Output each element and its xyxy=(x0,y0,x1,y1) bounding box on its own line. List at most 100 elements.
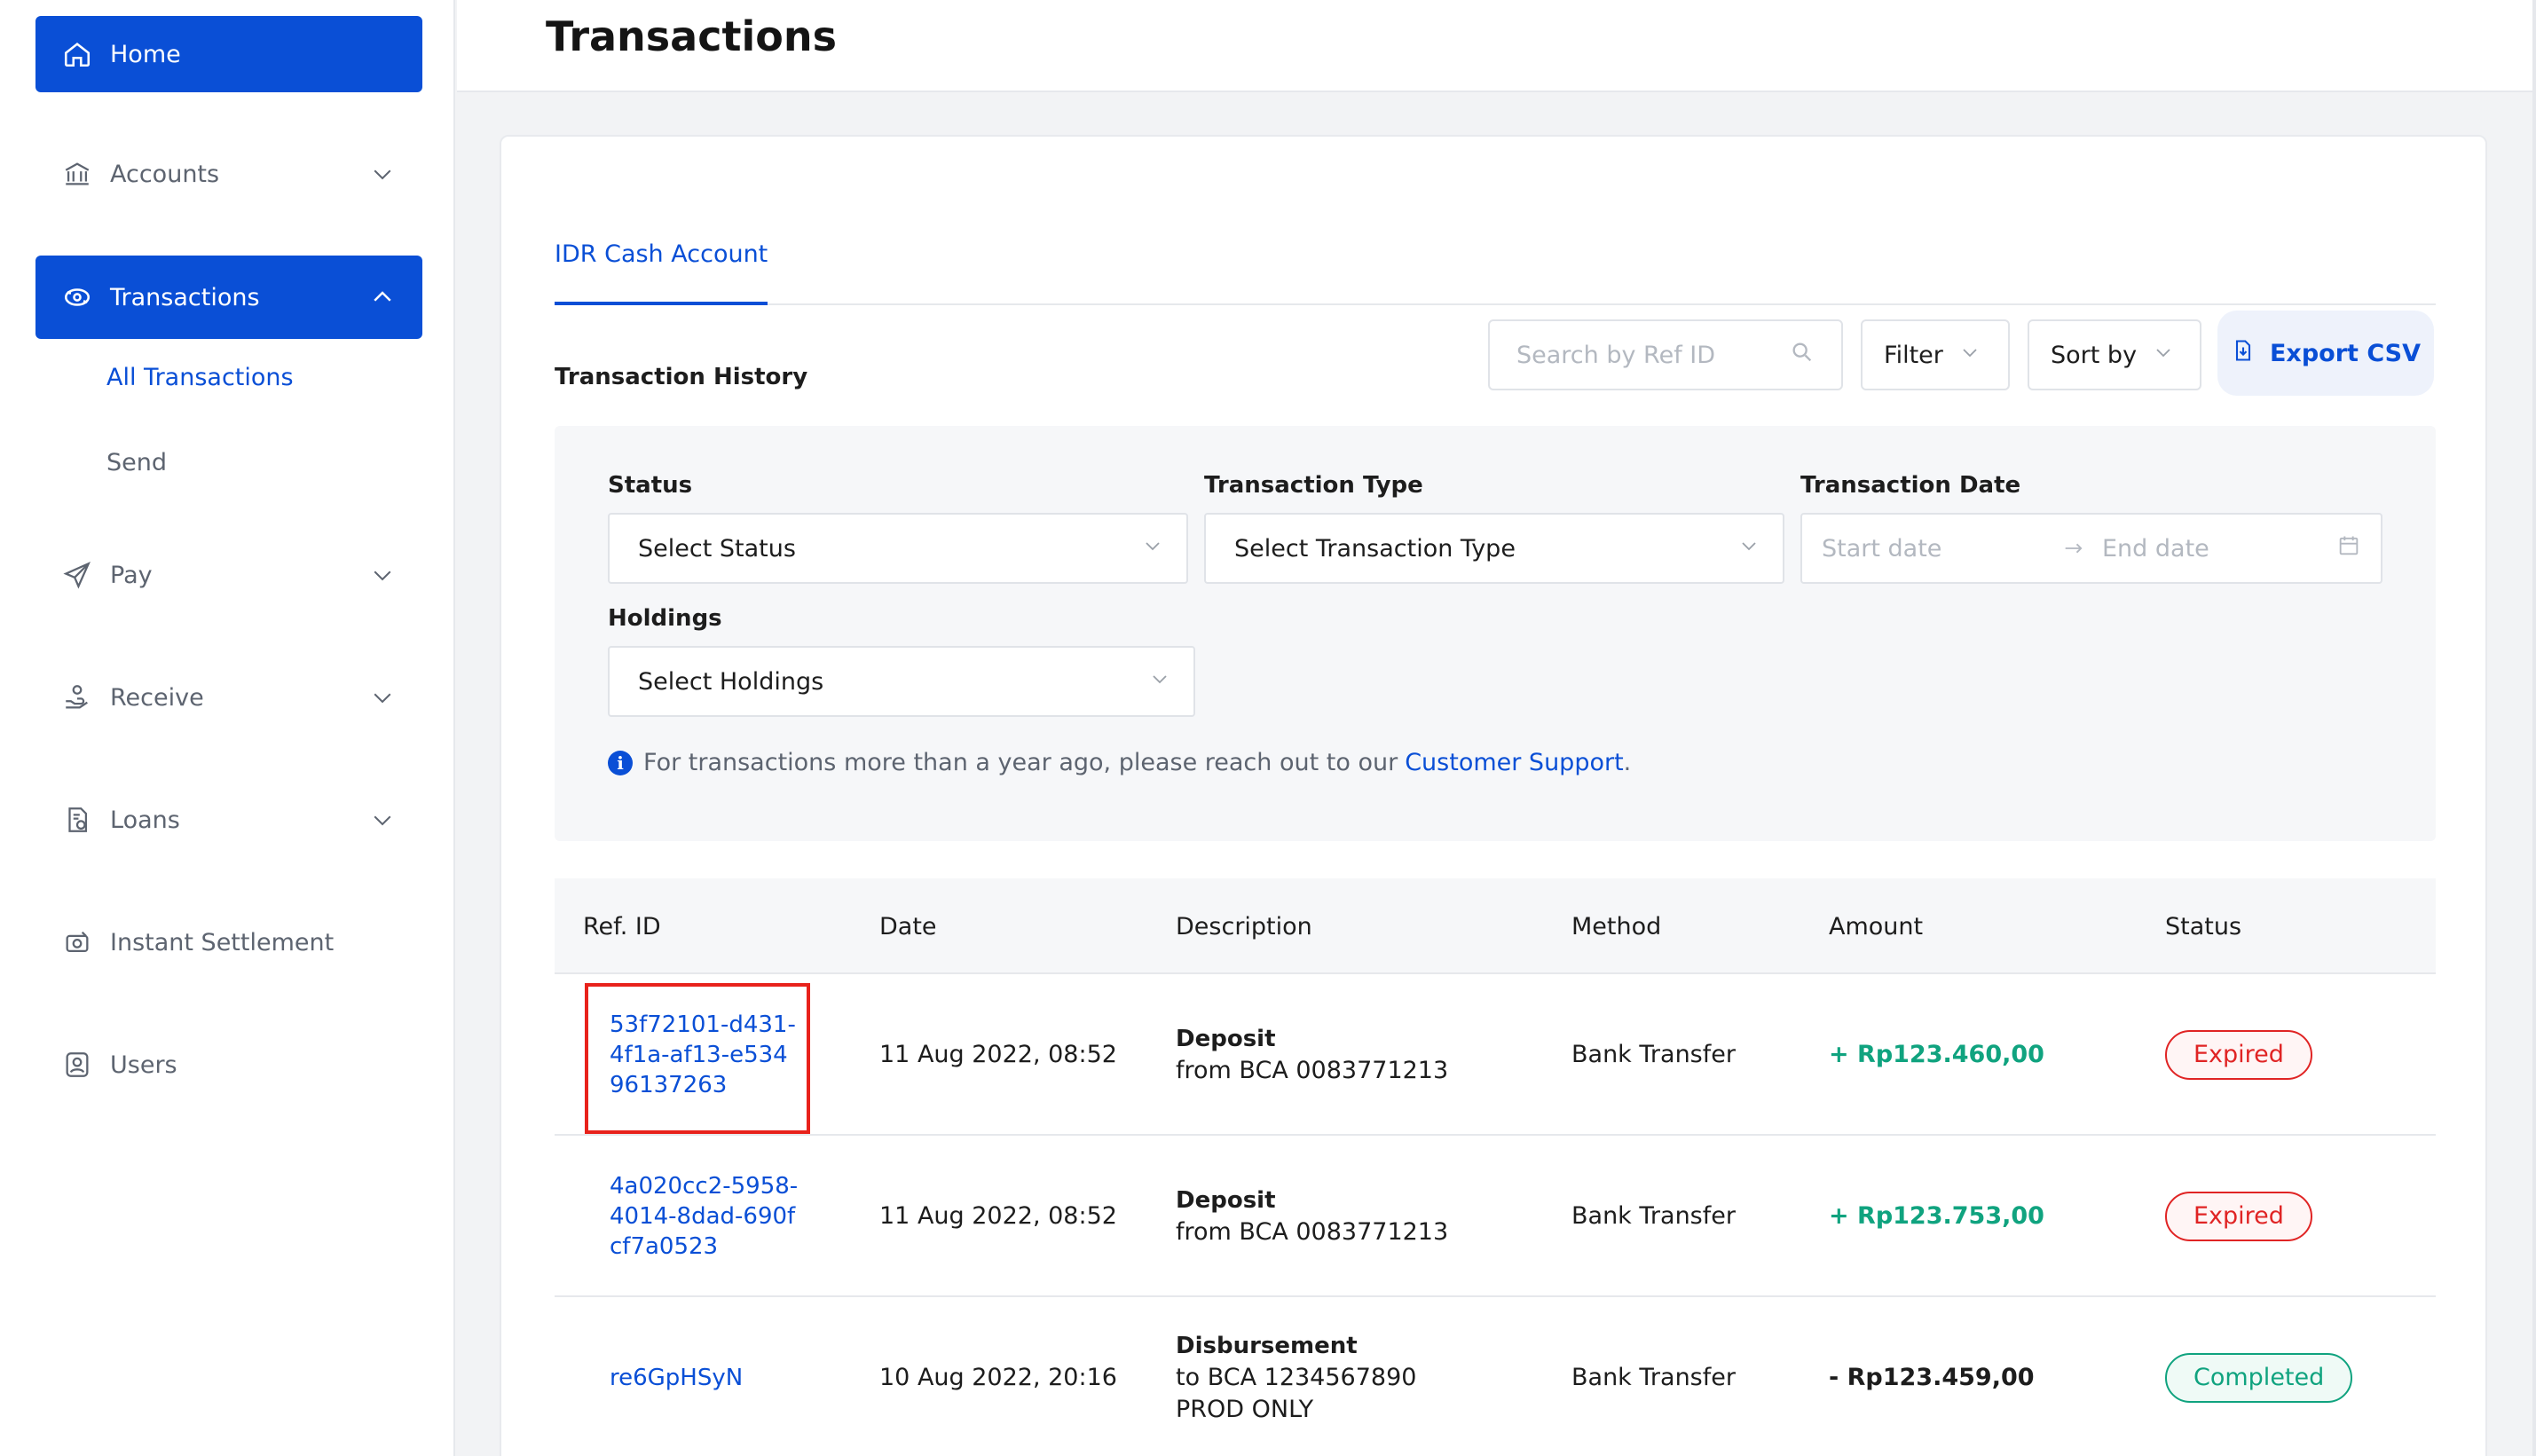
calendar-icon xyxy=(2336,533,2361,564)
export-csv-button[interactable]: Export CSV xyxy=(2217,311,2434,396)
start-date-input[interactable]: Start date xyxy=(1822,535,2061,563)
sidebar-item-pay[interactable]: Pay xyxy=(35,536,422,614)
sidebar-item-label: Users xyxy=(110,1051,177,1079)
transactions-card: IDR Cash Account Transaction History Sea… xyxy=(500,135,2487,1456)
date-filter-label: Transaction Date xyxy=(1800,472,2021,499)
method-text: Bank Transfer xyxy=(1571,1364,1736,1391)
user-icon xyxy=(60,1048,94,1082)
description-detail: from BCA 0083771213 xyxy=(1176,1218,1449,1246)
bank-icon xyxy=(60,157,94,191)
status-select[interactable]: Select Status xyxy=(608,513,1188,584)
method-text: Bank Transfer xyxy=(1571,1041,1736,1068)
date-cell: 11 Aug 2022, 08:52 xyxy=(879,974,1117,1136)
section-title: Transaction History xyxy=(555,364,808,390)
sidebar-item-label: Home xyxy=(110,40,181,68)
transaction-type-select[interactable]: Select Transaction Type xyxy=(1204,513,1784,584)
ref-id-line: 4014-8dad-690f xyxy=(610,1203,796,1230)
chevron-down-icon xyxy=(1149,668,1170,696)
tab-idr-cash-account[interactable]: IDR Cash Account xyxy=(555,206,768,305)
filter-panel: Status Select Status Transaction Type Se… xyxy=(555,426,2436,841)
holdings-select[interactable]: Select Holdings xyxy=(608,646,1195,717)
sort-button[interactable]: Sort by xyxy=(2028,319,2201,390)
column-header-description: Description xyxy=(1176,912,1312,940)
date-text: 10 Aug 2022, 20:16 xyxy=(879,1364,1117,1391)
description-type: Disbursement xyxy=(1176,1333,1358,1359)
end-date-input[interactable]: End date xyxy=(2102,535,2336,563)
holdings-filter-label: Holdings xyxy=(608,605,722,632)
column-header-date: Date xyxy=(879,912,937,940)
chevron-down-icon xyxy=(1738,535,1760,563)
chevron-down-icon xyxy=(367,159,398,189)
column-header-ref-id: Ref. ID xyxy=(583,912,661,940)
chevron-up-icon xyxy=(367,282,398,312)
chevron-down-icon xyxy=(367,805,398,835)
method-cell: Bank Transfer xyxy=(1571,1136,1736,1297)
amount-cell: - Rp123.459,00 xyxy=(1829,1297,2035,1456)
sidebar-item-receive[interactable]: Receive xyxy=(35,658,422,736)
amount-text: + Rp123.460,00 xyxy=(1829,1041,2044,1068)
date-text: 11 Aug 2022, 08:52 xyxy=(879,1041,1117,1068)
chevron-down-icon xyxy=(2153,342,2174,369)
description-type: Deposit xyxy=(1176,1187,1276,1214)
method-cell: Bank Transfer xyxy=(1571,974,1736,1136)
amount-cell: + Rp123.460,00 xyxy=(1829,974,2044,1136)
status-select-value: Select Status xyxy=(638,534,796,563)
sidebar-subitem-send[interactable]: Send xyxy=(106,449,167,476)
sidebar-item-transactions[interactable]: Transactions xyxy=(35,256,422,339)
description-detail: to BCA 1234567890 xyxy=(1176,1364,1417,1391)
method-text: Bank Transfer xyxy=(1571,1202,1736,1230)
chevron-down-icon xyxy=(1959,342,1981,369)
ref-id-link[interactable]: re6GpHSyN xyxy=(610,1297,743,1456)
sidebar-item-label: Transactions xyxy=(110,283,260,311)
transactions-table: Ref. ID Date Description Method Amount S… xyxy=(555,878,2436,1456)
sidebar-subitem-all-transactions[interactable]: All Transactions xyxy=(106,364,294,391)
description-type: Deposit xyxy=(1176,1026,1276,1052)
ref-id-line: re6GpHSyN xyxy=(610,1365,744,1391)
date-cell: 11 Aug 2022, 08:52 xyxy=(879,1136,1117,1297)
date-range-picker[interactable]: Start date End date xyxy=(1800,513,2382,584)
chevron-down-icon xyxy=(1142,535,1163,563)
info-end: . xyxy=(1623,749,1632,776)
date-cell: 10 Aug 2022, 20:16 xyxy=(879,1297,1117,1456)
description-cell: Disbursement to BCA 1234567890 PROD ONLY xyxy=(1176,1297,1416,1456)
column-header-method: Method xyxy=(1571,912,1662,940)
arrow-right-icon xyxy=(2061,536,2102,561)
receive-hand-icon xyxy=(60,681,94,714)
date-text: 11 Aug 2022, 08:52 xyxy=(879,1202,1117,1230)
scrollbar-track[interactable] xyxy=(2532,0,2536,1456)
ref-id-link[interactable]: 4a020cc2-5958- 4014-8dad-690f cf7a0523 xyxy=(610,1136,798,1297)
page-header: Transactions xyxy=(457,0,2536,92)
loan-document-icon xyxy=(60,803,94,837)
sidebar-item-home[interactable]: Home xyxy=(35,16,422,92)
sidebar-item-label: Receive xyxy=(110,683,204,712)
sidebar-item-users[interactable]: Users xyxy=(35,1026,422,1104)
download-icon xyxy=(2231,338,2270,369)
status-cell: Expired xyxy=(2165,974,2312,1136)
chevron-down-icon xyxy=(367,560,398,590)
sidebar-item-label: Pay xyxy=(110,561,153,589)
filter-button[interactable]: Filter xyxy=(1861,319,2010,390)
search-input[interactable]: Search by Ref ID xyxy=(1488,319,1843,390)
sidebar-item-instant-settlement[interactable]: Instant Settlement xyxy=(35,903,422,981)
sidebar-item-accounts[interactable]: Accounts xyxy=(35,135,422,213)
sidebar-item-label: Instant Settlement xyxy=(110,928,335,956)
sidebar-item-loans[interactable]: Loans xyxy=(35,781,422,859)
settlement-icon xyxy=(60,925,94,959)
highlight-box xyxy=(585,983,810,1134)
search-placeholder: Search by Ref ID xyxy=(1516,341,1716,369)
sidebar-item-label: Loans xyxy=(110,806,180,834)
ref-id-line: 4a020cc2-5958- xyxy=(610,1173,799,1200)
column-header-status: Status xyxy=(2165,912,2242,940)
customer-support-link[interactable]: Customer Support xyxy=(1405,749,1623,776)
amount-text: + Rp123.753,00 xyxy=(1829,1202,2044,1230)
info-text: For transactions more than a year ago, p… xyxy=(643,749,1398,776)
method-cell: Bank Transfer xyxy=(1571,1297,1736,1456)
description-detail: from BCA 0083771213 xyxy=(1176,1057,1449,1084)
description-cell: Deposit from BCA 0083771213 xyxy=(1176,1136,1448,1297)
status-cell: Expired xyxy=(2165,1136,2312,1297)
account-tabs: IDR Cash Account xyxy=(555,206,2436,305)
table-row: 4a020cc2-5958- 4014-8dad-690f cf7a0523 1… xyxy=(555,1136,2436,1297)
info-icon: i xyxy=(608,750,633,775)
filter-label: Filter xyxy=(1884,341,1943,369)
table-row: re6GpHSyN 10 Aug 2022, 20:16 Disbursemen… xyxy=(555,1297,2436,1456)
